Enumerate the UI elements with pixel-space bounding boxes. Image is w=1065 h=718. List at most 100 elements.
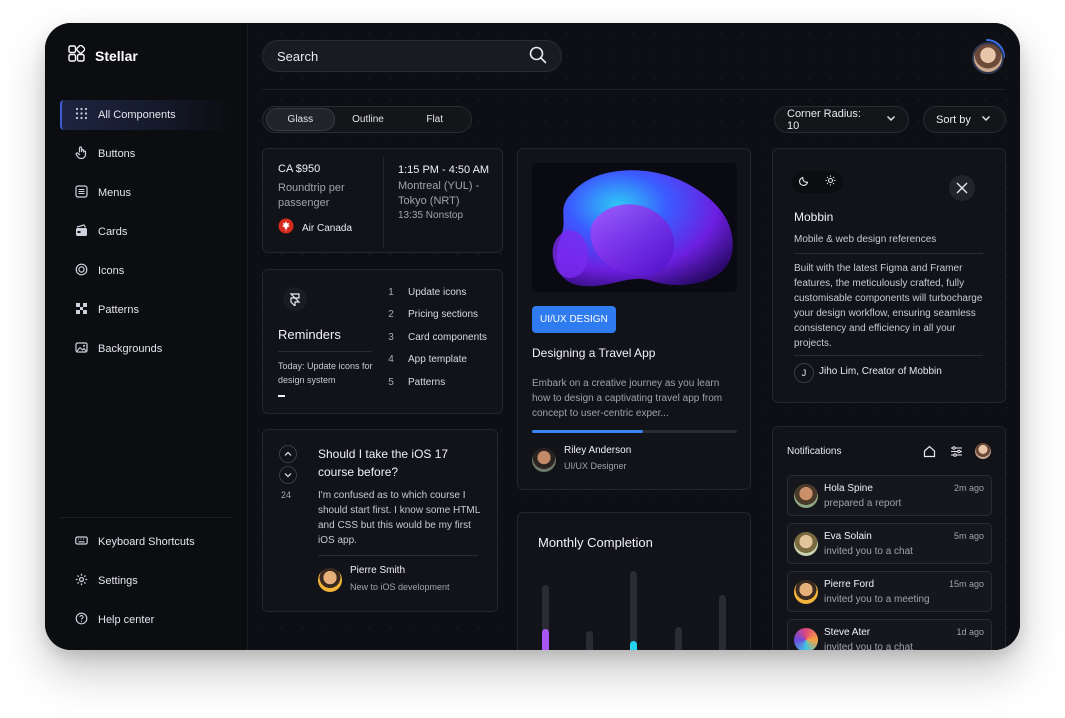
sidebar-item-help-center[interactable]: Help center <box>60 605 232 635</box>
downvote-button[interactable] <box>279 466 297 484</box>
style-toggle: Glass Outline Flat <box>262 106 472 133</box>
x-logo-icon[interactable] <box>949 175 975 201</box>
sidebar-item-buttons[interactable]: Buttons <box>60 139 232 169</box>
upvote-button[interactable] <box>279 445 297 463</box>
brand[interactable]: Stellar <box>68 44 138 67</box>
monthly-completion-card[interactable]: Monthly Completion <box>517 512 751 650</box>
brand-name: Stellar <box>95 48 138 64</box>
list-item[interactable]: 4 App template <box>386 349 496 372</box>
mobbin-divider <box>794 253 983 254</box>
author-initial-badge: J <box>794 363 814 383</box>
sidebar-item-keyboard-shortcuts[interactable]: Keyboard Shortcuts <box>60 527 232 557</box>
list-item[interactable]: 2 Pricing sections <box>386 304 496 327</box>
notification-time: 2m ago <box>953 483 984 493</box>
reminder-text: App template <box>408 354 467 366</box>
tab-flat[interactable]: Flat <box>401 109 468 130</box>
notification-name: Steve Ater <box>824 627 871 638</box>
home-icon[interactable] <box>923 445 936 463</box>
mobbin-body: Built with the latest Figma and Framer f… <box>794 263 983 349</box>
vote-controls <box>279 445 297 484</box>
progress-fill <box>532 430 643 433</box>
avatar <box>794 484 818 508</box>
notification-desc: prepared a report <box>824 498 902 509</box>
target-icon <box>75 263 88 279</box>
logo-icon <box>68 44 86 67</box>
tab-outline[interactable]: Outline <box>335 109 402 130</box>
sidebar-item-patterns[interactable]: Patterns <box>60 295 232 325</box>
flight-fare-type: Roundtrip per passenger <box>278 182 345 209</box>
flight-price: CA $950 <box>278 163 321 175</box>
moon-icon[interactable] <box>799 173 810 191</box>
course-card[interactable]: UI/UX DESIGN Designing a Travel App Emba… <box>517 148 751 490</box>
course-description: Embark on a creative journey as you lear… <box>532 378 723 419</box>
course-progress-bar <box>532 430 737 433</box>
reminder-text: Patterns <box>408 376 446 388</box>
sidebar-divider <box>60 517 232 518</box>
sidebar-item-label: Patterns <box>98 304 139 316</box>
filter-sliders-icon[interactable] <box>950 445 963 463</box>
notification-item[interactable]: Steve Ater invited you to a chat 1d ago <box>787 619 992 650</box>
theme-toggle[interactable] <box>792 171 843 193</box>
bar-track <box>586 631 593 650</box>
reminders-card[interactable]: Reminders Today: Update icons for design… <box>262 269 503 414</box>
category-tag[interactable]: UI/UX DESIGN <box>532 306 616 333</box>
cards-icon <box>75 224 88 240</box>
corner-radius-dropdown[interactable]: Corner Radius: 10 <box>774 106 909 133</box>
header-divider <box>262 89 1006 90</box>
maple-leaf-icon <box>278 218 294 239</box>
sidebar-item-icons[interactable]: Icons <box>60 256 232 286</box>
notification-desc: invited you to a chat <box>824 642 913 650</box>
notification-name: Pierre Ford <box>824 579 875 590</box>
reminder-number: 2 <box>388 309 394 321</box>
bar-track <box>630 571 637 650</box>
question-body: I'm confused as to which course I should… <box>318 490 480 546</box>
abstract-blob-image <box>532 163 737 292</box>
sidebar-item-menus[interactable]: Menus <box>60 178 232 208</box>
flight-card[interactable]: CA $950 Roundtrip per passenger Air Cana… <box>262 148 503 253</box>
notification-time: 1d ago <box>956 627 984 637</box>
sidebar-item-label: Icons <box>98 265 125 277</box>
grid-icon <box>75 107 88 123</box>
reminder-text: Update icons <box>408 286 467 298</box>
author-avatar <box>318 568 342 592</box>
user-avatar[interactable] <box>972 42 1004 74</box>
notification-item[interactable]: Hola Spine prepared a report 2m ago <box>787 475 992 516</box>
list-item[interactable]: 5 Patterns <box>386 371 496 394</box>
notifications-card: Notifications Hola Spine prepared a repo… <box>772 426 1006 650</box>
avatar <box>794 580 818 604</box>
author-role: UI/UX Designer <box>564 461 627 471</box>
airline-name: Air Canada <box>302 223 353 234</box>
sidebar-item-label: Menus <box>98 187 132 199</box>
notification-name: Eva Solain <box>824 531 872 542</box>
reminder-dash <box>278 395 285 397</box>
reminder-number: 4 <box>388 354 394 366</box>
sun-icon[interactable] <box>825 173 836 191</box>
reminder-number: 5 <box>388 376 394 388</box>
list-item[interactable]: 3 Card components <box>386 326 496 349</box>
sort-dropdown[interactable]: Sort by <box>923 106 1006 133</box>
search-icon[interactable] <box>529 46 547 67</box>
framer-icon <box>283 287 307 311</box>
sidebar-item-backgrounds[interactable]: Backgrounds <box>60 334 232 364</box>
notification-time: 5m ago <box>953 531 984 541</box>
notification-item[interactable]: Pierre Ford invited you to a meeting 15m… <box>787 571 992 612</box>
list-item[interactable]: 1 Update icons <box>386 281 496 304</box>
author-avatar <box>532 448 556 472</box>
mobbin-title: Mobbin <box>794 210 834 224</box>
sidebar-item-label: Backgrounds <box>98 343 163 355</box>
flight-time: 1:15 PM - 4:50 AM <box>398 164 490 176</box>
notification-name: Hola Spine <box>824 483 873 494</box>
sidebar-item-settings[interactable]: Settings <box>60 566 232 596</box>
user-avatar[interactable] <box>975 443 991 459</box>
question-card[interactable]: 24 Should I take the iOS 17 course befor… <box>262 429 498 612</box>
sidebar-item-all-components[interactable]: All Components <box>60 100 232 130</box>
reminders-divider <box>278 351 372 352</box>
notification-item[interactable]: Eva Solain invited you to a chat 5m ago <box>787 523 992 564</box>
mobbin-card[interactable]: Mobbin Mobile & web design references Bu… <box>772 148 1006 403</box>
sidebar-item-cards[interactable]: Cards <box>60 217 232 247</box>
sidebar-item-label: Help center <box>98 614 155 626</box>
question-divider <box>318 555 478 556</box>
search-input[interactable]: Search <box>262 40 562 72</box>
search-placeholder: Search <box>277 48 319 64</box>
tab-glass[interactable]: Glass <box>266 108 335 131</box>
